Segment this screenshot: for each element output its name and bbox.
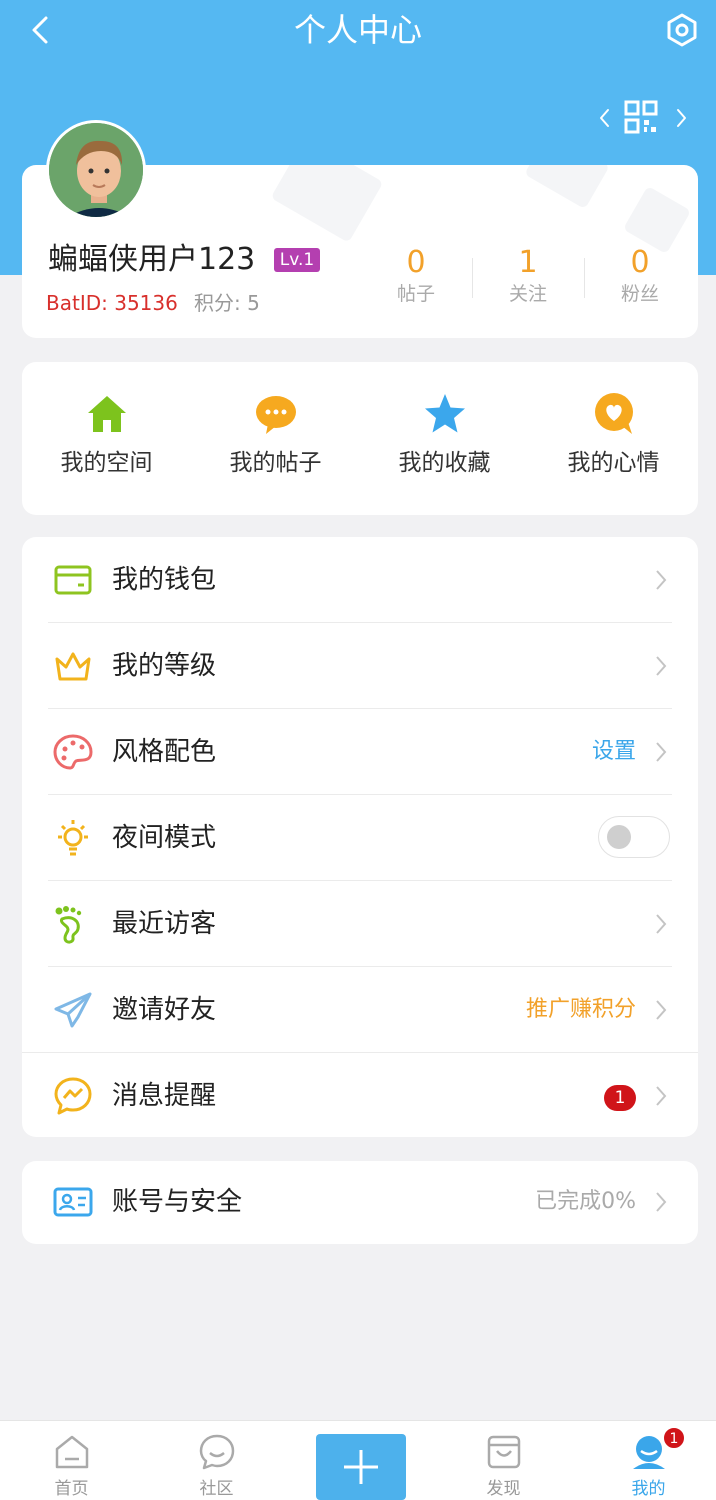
stat-posts[interactable]: 0 帖子 — [360, 245, 472, 307]
home-icon — [87, 396, 126, 432]
footprint-icon — [55, 906, 82, 944]
toggle-knob — [607, 825, 631, 849]
menu-item-level[interactable]: 我的等级 — [22, 623, 698, 709]
batid: BatID: 35136 — [46, 291, 178, 315]
chat-bubble-icon — [255, 396, 296, 434]
shopping-bag-icon — [487, 1435, 520, 1469]
menu-item-invite[interactable]: 邀请好友 推广赚积分 — [22, 967, 698, 1053]
chevron-right-icon — [656, 742, 667, 762]
quick-action-label: 我的帖子 — [229, 450, 322, 476]
chevron-right-icon — [656, 1000, 667, 1020]
bottom-tab-bar: 首页 社区 发现 我的 1 — [0, 1420, 716, 1500]
tab-me[interactable]: 我的 1 — [577, 1421, 716, 1500]
tab-label: 我的 — [631, 1479, 666, 1499]
quick-action-favorites[interactable]: 我的收藏 — [360, 392, 529, 478]
decoration — [524, 165, 610, 210]
stat-fans[interactable]: 0 粉丝 — [584, 245, 696, 307]
avatar[interactable] — [46, 120, 146, 220]
decoration — [622, 185, 692, 255]
notification-badge: 1 — [604, 1085, 636, 1111]
menu-item-label: 邀请好友 — [112, 995, 217, 1025]
menu-item-night-mode: 夜间模式 — [22, 795, 698, 881]
page-title: 个人中心 — [293, 11, 422, 49]
quick-action-mood[interactable]: 我的心情 — [529, 392, 698, 478]
home-outline-icon — [55, 1435, 88, 1469]
decoration — [270, 165, 384, 243]
stat-value: 1 — [518, 245, 538, 280]
stat-label: 关注 — [508, 283, 547, 305]
stat-value: 0 — [630, 245, 650, 280]
message-icon — [54, 1077, 92, 1115]
crown-icon — [55, 652, 91, 681]
night-mode-toggle[interactable] — [598, 816, 670, 858]
profile-icon — [632, 1436, 665, 1469]
palette-icon — [53, 734, 93, 770]
tab-label: 首页 — [54, 1479, 89, 1499]
tab-home[interactable]: 首页 — [0, 1421, 143, 1500]
stat-label: 帖子 — [396, 283, 435, 305]
account-security-card: 账号与安全 已完成0% — [22, 1161, 698, 1244]
tab-community[interactable]: 社区 — [145, 1421, 288, 1500]
stat-value: 0 — [406, 245, 426, 280]
menu-item-label: 夜间模式 — [112, 823, 217, 853]
menu-item-label: 账号与安全 — [112, 1187, 243, 1217]
menu-list-card: 我的钱包 我的等级 风格配色 设置 夜间模式 最近访客 邀请好友 推广赚积分 消… — [22, 537, 698, 1137]
top-bar: 个人中心 — [0, 0, 716, 62]
chevron-right-icon — [656, 656, 667, 676]
menu-item-value: 推广赚积分 — [525, 997, 636, 1022]
quick-action-space[interactable]: 我的空间 — [22, 392, 191, 478]
settings-hexagon-icon — [667, 13, 697, 47]
quick-action-label: 我的空间 — [60, 450, 153, 476]
chevron-right-icon — [656, 1192, 667, 1212]
quick-actions-card: 我的空间 我的帖子 我的收藏 我的心情 — [22, 362, 698, 515]
star-icon — [424, 394, 465, 433]
stat-label: 粉丝 — [620, 283, 659, 305]
heart-bubble-icon — [594, 393, 633, 434]
menu-item-label: 消息提醒 — [112, 1081, 217, 1111]
menu-item-account-security[interactable]: 账号与安全 已完成0% — [22, 1161, 698, 1244]
settings-button[interactable] — [662, 10, 702, 50]
quick-action-label: 我的心情 — [567, 450, 660, 476]
chevron-right-icon — [656, 1086, 667, 1106]
publish-button[interactable] — [316, 1434, 406, 1500]
menu-item-label: 我的等级 — [112, 651, 217, 681]
qr-code-icon — [600, 100, 686, 134]
chevron-right-icon — [656, 914, 667, 934]
quick-action-label: 我的收藏 — [398, 450, 491, 476]
paper-plane-icon — [54, 992, 92, 1028]
menu-item-label: 最近访客 — [112, 909, 217, 939]
chevron-right-icon — [656, 570, 667, 590]
tab-label: 发现 — [486, 1479, 521, 1499]
quick-action-posts[interactable]: 我的帖子 — [191, 392, 360, 478]
menu-item-label: 风格配色 — [112, 737, 217, 767]
chat-outline-icon — [199, 1434, 234, 1470]
menu-item-theme[interactable]: 风格配色 设置 — [22, 709, 698, 795]
level-badge[interactable]: Lv.1 — [274, 248, 320, 272]
menu-item-wallet[interactable]: 我的钱包 — [22, 537, 698, 623]
menu-item-notifications[interactable]: 消息提醒 1 — [22, 1053, 698, 1137]
stat-following[interactable]: 1 关注 — [472, 245, 584, 307]
menu-item-label: 我的钱包 — [112, 565, 217, 595]
tab-label: 社区 — [199, 1479, 234, 1499]
plus-icon — [344, 1450, 378, 1484]
qr-code-button[interactable] — [594, 98, 694, 138]
points: 积分: 5 — [194, 291, 260, 315]
wallet-icon — [54, 565, 92, 595]
menu-item-visitors[interactable]: 最近访客 — [22, 881, 698, 967]
tab-badge: 1 — [663, 1427, 685, 1449]
id-card-icon — [53, 1187, 93, 1217]
menu-item-value: 已完成0% — [535, 1189, 636, 1214]
menu-item-value: 设置 — [591, 739, 636, 764]
tab-discover[interactable]: 发现 — [432, 1421, 575, 1500]
username: 蝙蝠侠用户123 — [48, 242, 256, 277]
lightbulb-icon — [58, 820, 88, 856]
